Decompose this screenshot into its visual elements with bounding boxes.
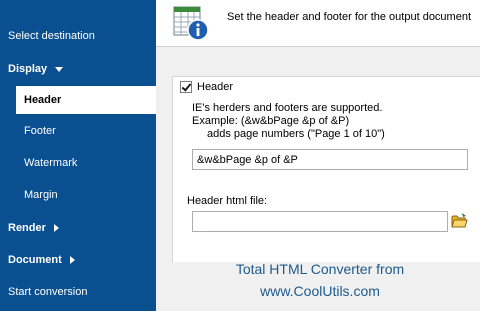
- sidebar-item-start-conversion[interactable]: Start conversion: [0, 278, 156, 306]
- sidebar-item-label: Render: [8, 222, 46, 234]
- sidebar-item-footer[interactable]: Footer: [0, 117, 156, 145]
- open-folder-icon: [451, 213, 468, 228]
- sidebar-item-label: Footer: [24, 125, 56, 137]
- watermark-line-1: Total HTML Converter from: [235, 261, 405, 277]
- sidebar-item-margin[interactable]: Margin: [0, 181, 156, 209]
- page-title: Set the header and footer for the output…: [227, 11, 472, 23]
- watermark-line-2: www.CoolUtils.com: [260, 283, 380, 299]
- chevron-down-icon: [55, 66, 64, 72]
- sidebar-item-label: Watermark: [24, 157, 78, 169]
- sidebar-item-label: Select destination: [8, 30, 95, 42]
- header-html-file-label: Header html file:: [187, 195, 268, 207]
- sidebar-item-watermark[interactable]: Watermark: [0, 149, 156, 177]
- header-band: Set the header and footer for the output…: [156, 0, 480, 47]
- header-html-file-input[interactable]: [192, 211, 448, 232]
- checkmark-icon: [181, 81, 192, 92]
- sidebar-item-render[interactable]: Render: [0, 214, 156, 242]
- chevron-right-icon: [53, 224, 59, 233]
- sidebar-item-document[interactable]: Document: [0, 246, 156, 274]
- chevron-right-icon: [69, 256, 75, 265]
- sidebar-item-header[interactable]: Header: [16, 86, 156, 114]
- sidebar-item-select-destination[interactable]: Select destination: [0, 22, 156, 50]
- header-checkbox-label[interactable]: Header: [197, 81, 233, 93]
- info-text-line-1: IE's herders and footers are supported.: [192, 102, 383, 114]
- table-info-icon: [173, 6, 209, 41]
- sidebar-item-display[interactable]: Display: [0, 55, 156, 83]
- sidebar-item-label: Document: [8, 254, 62, 266]
- sidebar-item-label: Header: [24, 94, 62, 106]
- sidebar-item-label: Display: [8, 63, 48, 75]
- sidebar-item-label: Margin: [24, 189, 58, 201]
- browse-button[interactable]: [451, 212, 469, 230]
- header-checkbox[interactable]: [180, 81, 192, 93]
- header-pattern-input[interactable]: [192, 149, 468, 170]
- sidebar-item-label: Start conversion: [8, 286, 88, 298]
- sidebar: Select destination Display Header Footer…: [0, 0, 156, 311]
- info-text-line-2: Example: (&w&bPage &p of &P): [192, 115, 350, 127]
- info-text-line-3: adds page numbers ("Page 1 of 10"): [207, 128, 385, 140]
